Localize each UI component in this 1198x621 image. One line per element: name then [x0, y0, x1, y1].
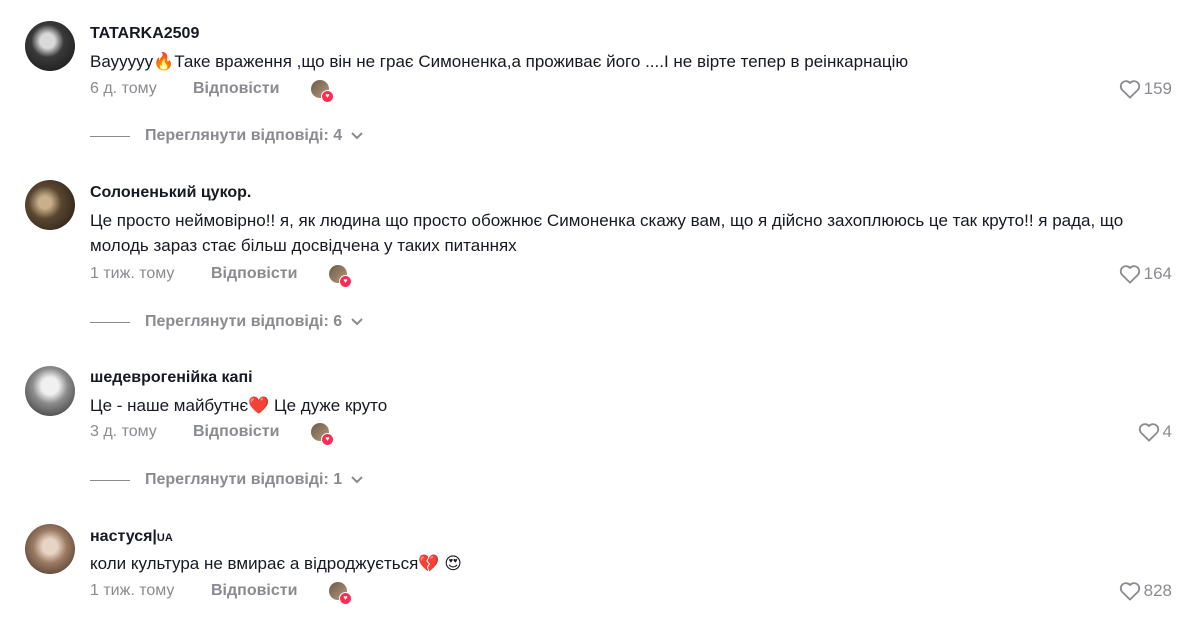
view-replies-label: Переглянути відповіді: 6	[145, 313, 343, 330]
divider-line	[90, 135, 130, 137]
comment-time: 1 тиж. тому	[90, 265, 175, 282]
like-button[interactable]: 4	[1138, 422, 1172, 442]
avatar[interactable]	[25, 180, 75, 230]
like-button[interactable]: 164	[1119, 264, 1172, 284]
heart-outline-icon	[1119, 80, 1140, 99]
comment-username[interactable]: Солоненький цукор.	[90, 184, 251, 202]
comment-text: Це просто неймовірно!! я, як людина що п…	[90, 211, 1124, 255]
like-count: 4	[1162, 422, 1172, 441]
comment-text: Вауууyy🔥Таке враження ,що він не грає Си…	[90, 52, 909, 71]
view-replies-button[interactable]: Переглянути відповіді: 6	[90, 313, 364, 331]
creator-liked-badge-icon: ♥	[311, 423, 334, 446]
comment-time: 3 д. тому	[90, 423, 157, 440]
avatar[interactable]	[25, 21, 75, 71]
heart-outline-icon	[1119, 265, 1140, 284]
like-count: 828	[1143, 581, 1172, 600]
chevron-down-icon	[351, 318, 363, 326]
comment-time: 1 тиж. тому	[90, 582, 175, 599]
username-tag: UA	[156, 532, 173, 544]
like-count: 159	[1143, 79, 1172, 98]
chevron-down-icon	[351, 476, 363, 484]
reply-button[interactable]: Відповісти	[193, 80, 279, 98]
view-replies-button[interactable]: Переглянути відповіді: 4	[90, 127, 364, 145]
reply-button[interactable]: Відповісти	[211, 265, 297, 283]
divider-line	[90, 321, 130, 323]
chevron-down-icon	[351, 132, 363, 140]
view-replies-button[interactable]: Переглянути відповіді: 1	[90, 471, 364, 489]
creator-liked-badge-icon: ♥	[329, 582, 352, 605]
creator-liked-badge-icon: ♥	[329, 265, 352, 288]
creator-liked-badge-icon: ♥	[311, 80, 334, 103]
comment-username[interactable]: TATARKA2509	[90, 25, 199, 43]
username-text: настуся|	[90, 528, 157, 545]
reply-button[interactable]: Відповісти	[193, 423, 279, 441]
heart-outline-icon	[1119, 582, 1140, 601]
like-count: 164	[1143, 264, 1172, 283]
comment-time: 6 д. тому	[90, 80, 157, 97]
avatar[interactable]	[25, 366, 75, 416]
view-replies-label: Переглянути відповіді: 1	[145, 471, 343, 488]
like-button[interactable]: 159	[1119, 79, 1172, 99]
divider-line	[90, 479, 130, 481]
comment-username[interactable]: настуся|UA	[90, 528, 173, 546]
heart-outline-icon	[1138, 423, 1159, 442]
like-button[interactable]: 828	[1119, 581, 1172, 601]
comment-text: коли культура не вмирає а відроджується💔…	[90, 554, 462, 573]
comment-text: Це - наше майбутнє❤️ Це дуже круто	[90, 396, 388, 415]
reply-button[interactable]: Відповісти	[211, 582, 297, 600]
avatar[interactable]	[25, 524, 75, 574]
comment-username[interactable]: шедеврогенійка капі	[90, 369, 253, 387]
view-replies-label: Переглянути відповіді: 4	[145, 127, 343, 144]
